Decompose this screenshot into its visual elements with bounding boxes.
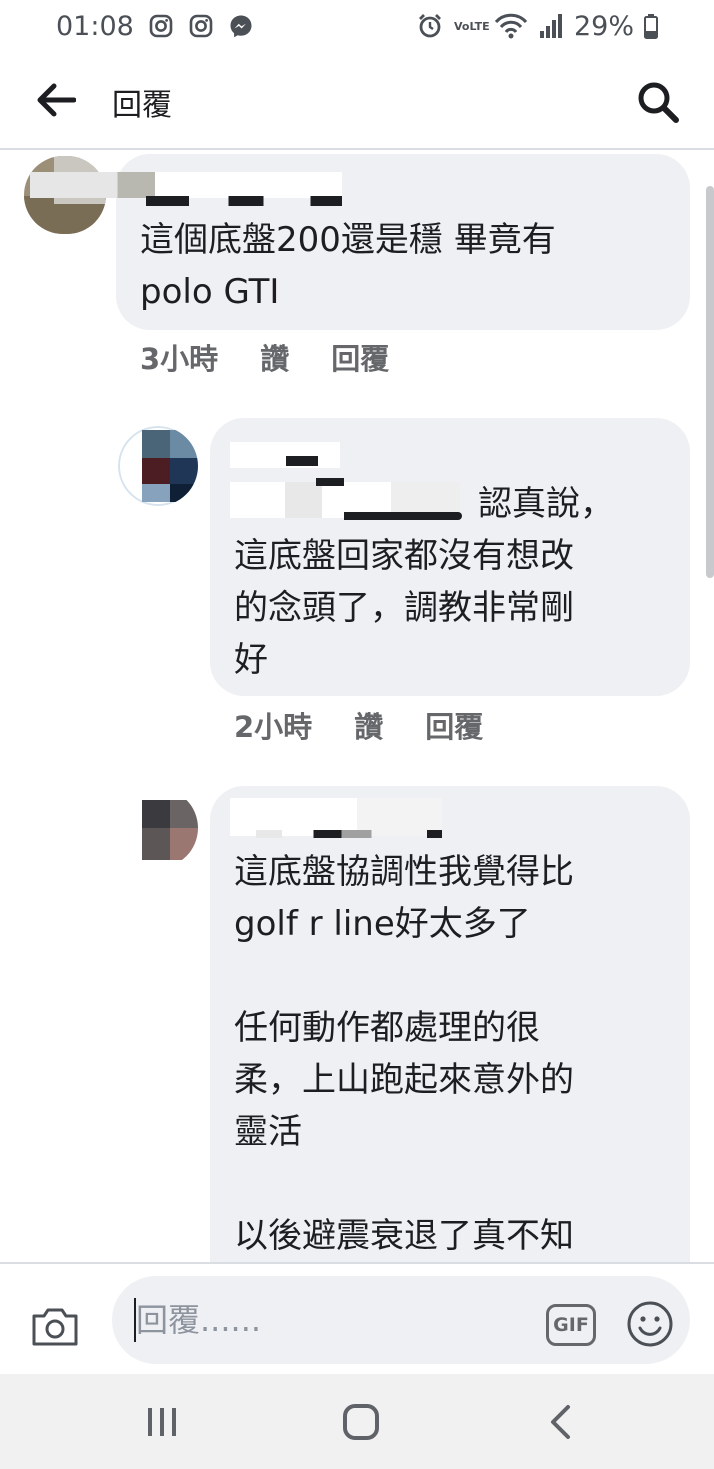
comment-timestamp: 3小時 — [140, 342, 219, 376]
avatar[interactable] — [118, 426, 198, 506]
reply-button[interactable]: 回覆 — [425, 704, 483, 746]
arrow-left-icon[interactable] — [36, 82, 76, 118]
comment-text: 這底盤協調性我覺得比 golf r line好太多了 任何動作都處理的很 柔，上… — [234, 852, 574, 1256]
comment-actions: 3小時 讚 回覆 — [140, 336, 389, 378]
comment-timestamp: 2小時 — [234, 710, 313, 744]
like-button[interactable]: 讚 — [354, 704, 383, 746]
camera-icon[interactable] — [30, 1304, 80, 1348]
instagram-icon — [149, 14, 173, 38]
comment-text: 這底盤回家都沒有想改 的念頭了，調教非常剛 好 — [234, 536, 574, 680]
battery-percent: 29% — [573, 10, 634, 42]
alarm-icon — [418, 14, 441, 38]
comment-text: 這個底盤200還是穩 畢竟有 polo GTI — [140, 220, 556, 312]
page-title: 回覆 — [112, 88, 172, 123]
status-bar: 01:08 VoLTE 29% — [0, 0, 714, 52]
emoji-icon[interactable] — [626, 1300, 674, 1348]
volte-indicator: VoLTE — [453, 19, 490, 33]
status-right: VoLTE 29% — [416, 11, 658, 42]
author-name-redacted — [30, 172, 342, 198]
comment-text-inline: 認真說， — [478, 484, 614, 524]
battery-icon — [644, 14, 658, 39]
scrollbar[interactable] — [706, 186, 714, 578]
author-name-redacted — [256, 830, 442, 838]
instagram-icon — [189, 14, 213, 38]
recents-icon[interactable] — [144, 1407, 180, 1437]
gif-button[interactable]: GIF — [546, 1304, 596, 1346]
messenger-icon — [230, 15, 252, 38]
reply-composer: GIF — [0, 1262, 714, 1374]
author-name-redacted — [344, 512, 462, 520]
back-chevron-icon[interactable] — [548, 1404, 572, 1440]
comment-actions: 2小時 讚 回覆 — [234, 704, 483, 746]
author-name-redacted — [286, 456, 318, 466]
author-name-redacted — [316, 478, 344, 486]
search-icon[interactable] — [636, 80, 680, 124]
author-name-redacted — [146, 196, 342, 206]
system-nav-bar — [0, 1374, 714, 1469]
wifi-icon — [494, 13, 528, 39]
home-icon[interactable] — [343, 1404, 379, 1440]
signal-icon — [539, 14, 562, 38]
reply-input[interactable] — [112, 1276, 690, 1364]
reply-button[interactable]: 回覆 — [331, 336, 389, 378]
app-header: 回覆 — [0, 52, 714, 150]
status-left: 01:08 — [56, 11, 254, 42]
avatar[interactable] — [118, 788, 198, 868]
comment-thread[interactable]: 這個底盤200還是穩 畢竟有 polo GTI 3小時 讚 回覆 認真說， 這底… — [0, 152, 714, 1262]
author-name-redacted — [230, 442, 340, 468]
status-time: 01:08 — [56, 10, 134, 42]
like-button[interactable]: 讚 — [260, 336, 289, 378]
text-caret — [134, 1298, 136, 1342]
